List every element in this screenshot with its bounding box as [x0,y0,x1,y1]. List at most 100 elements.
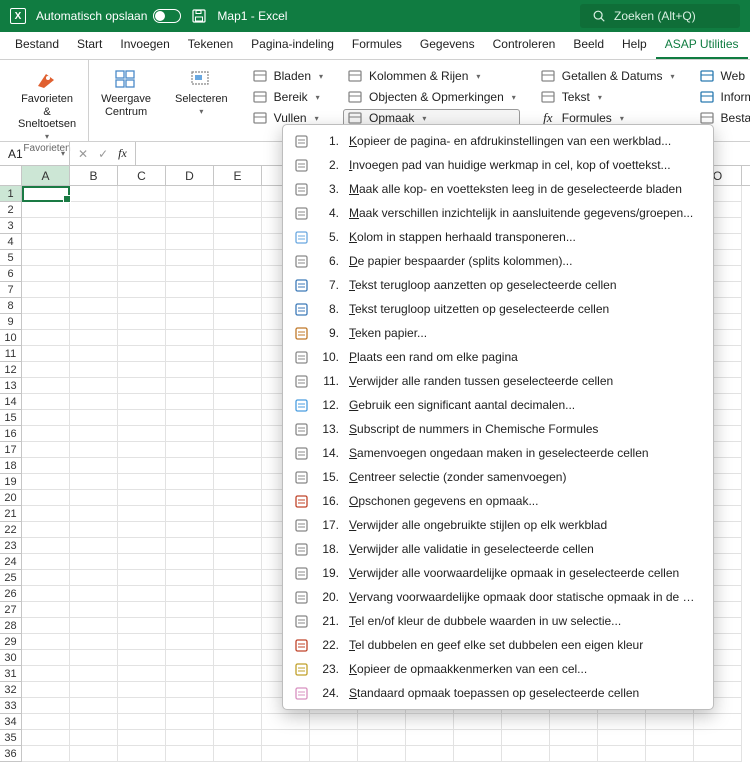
row-header[interactable]: 9 [0,314,22,330]
cell[interactable] [118,378,166,394]
tab-pagina-indeling[interactable]: Pagina-indeling [242,32,343,59]
tab-beeld[interactable]: Beeld [564,32,613,59]
cell[interactable] [166,394,214,410]
cell[interactable] [214,346,262,362]
menu-item-9[interactable]: 9.Teken papier... [283,321,713,345]
cell[interactable] [70,442,118,458]
favorieten-button[interactable]: Favorieten & Sneltoetsen ▾ [14,64,80,143]
cell[interactable] [646,714,694,730]
cell[interactable] [118,250,166,266]
menu-item-13[interactable]: 13.Subscript de nummers in Chemische For… [283,417,713,441]
cell[interactable] [22,442,70,458]
row-header[interactable]: 10 [0,330,22,346]
menu-item-17[interactable]: 17.Verwijder alle ongebruikte stijlen op… [283,513,713,537]
cell[interactable] [118,698,166,714]
cell[interactable] [214,698,262,714]
cell[interactable] [598,714,646,730]
cell[interactable] [70,586,118,602]
tab-controleren[interactable]: Controleren [484,32,565,59]
menu-item-7[interactable]: 7.Tekst terugloop aanzetten op geselecte… [283,273,713,297]
cell[interactable] [22,522,70,538]
cell[interactable] [118,426,166,442]
cell[interactable] [70,410,118,426]
cell[interactable] [550,746,598,762]
cell[interactable] [310,746,358,762]
cell[interactable] [70,378,118,394]
cell[interactable] [166,682,214,698]
cell[interactable] [214,410,262,426]
cell[interactable] [70,282,118,298]
cell[interactable] [118,490,166,506]
menu-item-1[interactable]: 1.Kopieer de pagina- en afdrukinstelling… [283,129,713,153]
cell[interactable] [262,714,310,730]
cell[interactable] [70,714,118,730]
cell[interactable] [502,714,550,730]
menu-item-14[interactable]: 14.Samenvoegen ongedaan maken in geselec… [283,441,713,465]
cell[interactable] [70,202,118,218]
toggle-off-icon[interactable] [153,9,181,23]
cell[interactable] [214,618,262,634]
row-header[interactable]: 18 [0,458,22,474]
save-icon[interactable] [191,8,207,24]
cell[interactable] [166,666,214,682]
cell[interactable] [70,250,118,266]
cell[interactable] [22,362,70,378]
cell[interactable] [70,186,118,202]
cell[interactable] [22,570,70,586]
cell[interactable] [118,746,166,762]
cmd-objecten-opmerkingen[interactable]: Objecten & Opmerkingen▾ [343,88,520,106]
tab-invoegen[interactable]: Invoegen [111,32,178,59]
cell[interactable] [214,426,262,442]
cell[interactable] [70,522,118,538]
cell[interactable] [166,538,214,554]
cell[interactable] [22,218,70,234]
menu-item-23[interactable]: 23.Kopieer de opmaakkenmerken van een ce… [283,657,713,681]
selecteren-button[interactable]: Selecteren ▾ [171,64,232,118]
cell[interactable] [214,234,262,250]
row-header[interactable]: 2 [0,202,22,218]
tab-bestand[interactable]: Bestand [6,32,68,59]
search-box[interactable]: Zoeken (Alt+Q) [580,4,740,28]
cell[interactable] [214,266,262,282]
cell[interactable] [118,442,166,458]
row-header[interactable]: 32 [0,682,22,698]
cell[interactable] [70,602,118,618]
cell[interactable] [166,458,214,474]
cell[interactable] [22,490,70,506]
tab-start[interactable]: Start [68,32,111,59]
cmd-web[interactable]: Web▾ [695,67,750,85]
row-header[interactable]: 3 [0,218,22,234]
cell[interactable] [70,314,118,330]
row-header[interactable]: 16 [0,426,22,442]
cell[interactable] [22,506,70,522]
cell[interactable] [22,666,70,682]
cell[interactable] [166,410,214,426]
cell[interactable] [646,746,694,762]
row-header[interactable]: 31 [0,666,22,682]
row-header[interactable]: 26 [0,586,22,602]
col-header[interactable]: B [70,166,118,185]
menu-item-5[interactable]: 5.Kolom in stappen herhaald transponeren… [283,225,713,249]
cell[interactable] [166,266,214,282]
cell[interactable] [118,298,166,314]
cell[interactable] [70,266,118,282]
select-all-corner[interactable] [0,166,22,185]
cell[interactable] [550,714,598,730]
col-header[interactable]: A [22,166,70,185]
cancel-icon[interactable]: ✕ [78,147,88,161]
cmd-bereik[interactable]: Bereik▾ [248,88,327,106]
cell[interactable] [214,506,262,522]
cell[interactable] [166,506,214,522]
cell[interactable] [214,634,262,650]
cell[interactable] [22,602,70,618]
cell[interactable] [22,714,70,730]
cell[interactable] [118,522,166,538]
cell[interactable] [166,570,214,586]
tab-asap-utilities[interactable]: ASAP Utilities [656,32,748,59]
cell[interactable] [22,282,70,298]
cell[interactable] [166,346,214,362]
cmd-tekst[interactable]: Tekst▾ [536,88,679,106]
cell[interactable] [598,746,646,762]
cell[interactable] [118,602,166,618]
cell[interactable] [22,586,70,602]
